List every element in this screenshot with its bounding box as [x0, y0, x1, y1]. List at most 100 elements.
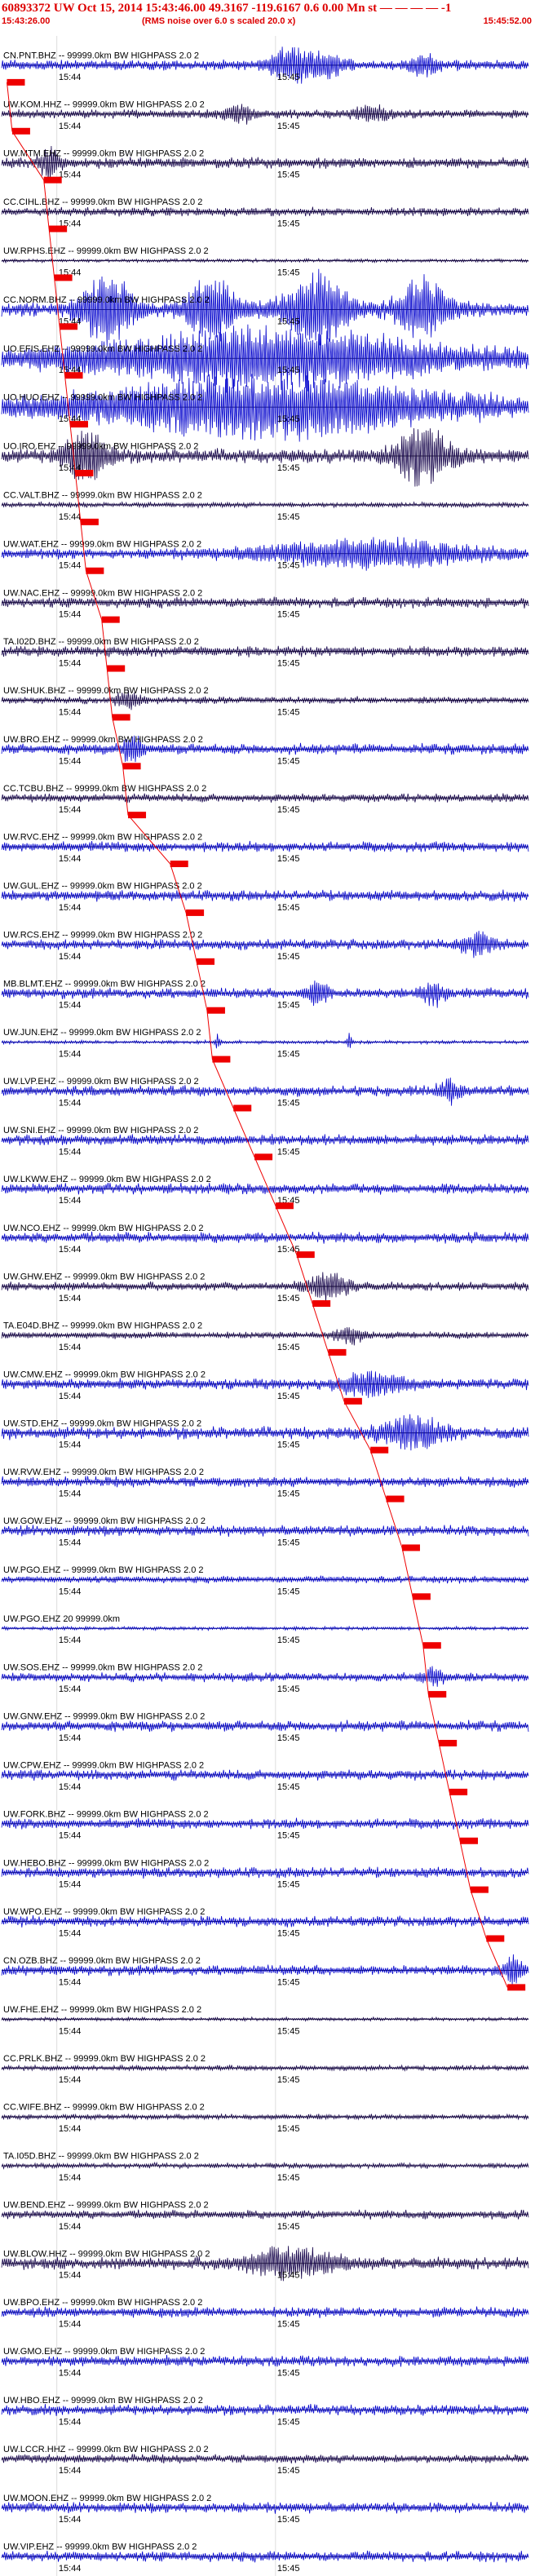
station-label: UW.RCS.EHZ -- 99999.0km BW HIGHPASS 2.0 … — [3, 930, 202, 940]
station-label: UW.BRO.EHZ -- 99999.0km BW HIGHPASS 2.0 … — [3, 735, 203, 745]
phase-pick-marker — [412, 1593, 431, 1600]
time-tick-label: 15:45 — [277, 1977, 300, 1987]
phase-pick-marker — [296, 1251, 315, 1259]
station-label: CN.OZB.BHZ -- 99999.0km BW HIGHPASS 2.0 … — [3, 1956, 201, 1966]
trace-row: UW.LCCR.HHZ -- 99999.0km BW HIGHPASS 2.0… — [1, 2445, 529, 2476]
station-label: UW.LVP.EHZ -- 99999.0km BW HIGHPASS 2.0 … — [3, 1077, 199, 1087]
time-tick-label: 15:44 — [59, 2368, 82, 2378]
station-label: UW.STD.EHZ -- 99999.0km BW HIGHPASS 2.0 … — [3, 1419, 201, 1428]
trace-row: UW.RCS.EHZ -- 99999.0km BW HIGHPASS 2.0 … — [1, 930, 529, 965]
phase-pick-marker — [170, 861, 188, 868]
phase-pick-marker — [486, 1935, 505, 1942]
station-label: UW.JUN.EHZ -- 99999.0km BW HIGHPASS 2.0 … — [3, 1028, 201, 1038]
time-tick-label: 15:44 — [59, 1635, 82, 1645]
time-tick-label: 15:44 — [59, 1392, 82, 1401]
station-label: TA.E04D.BHZ -- 99999.0km BW HIGHPASS 2.0… — [3, 1321, 202, 1331]
time-tick-label: 15:45 — [277, 463, 300, 473]
time-tick-label: 15:44 — [59, 1147, 82, 1157]
time-tick-label: 15:45 — [277, 73, 300, 82]
station-label: UO.IRO.EHZ -- 99999.0km BW HIGHPASS 2.0 … — [3, 442, 198, 452]
trace-row: CN.PNT.BHZ -- 99999.0km BW HIGHPASS 2.0 … — [1, 46, 529, 86]
station-label: UW.GMO.EHZ -- 99999.0km BW HIGHPASS 2.0 … — [3, 2347, 205, 2357]
trace-row: UO.HUO.EHZ -- 99999.0km BW HIGHPASS 2.0 … — [1, 374, 529, 442]
trace-row: UW.BRO.EHZ -- 99999.0km BW HIGHPASS 2.0 … — [1, 735, 529, 770]
trace-row: UW.CMW.EHZ -- 99999.0km BW HIGHPASS 2.0 … — [1, 1370, 529, 1405]
station-label: UW.BEND.EHZ -- 99999.0km BW HIGHPASS 2.0… — [3, 2200, 209, 2210]
time-tick-label: 15:45 — [277, 1441, 300, 1450]
time-tick-label: 15:45 — [277, 854, 300, 864]
trace-row: UW.KOM.HHZ -- 99999.0km BW HIGHPASS 2.0 … — [1, 100, 529, 135]
station-label: UW.BLOW.HHZ -- 99999.0km BW HIGHPASS 2.0… — [3, 2249, 210, 2259]
time-tick-label: 15:45 — [277, 1489, 300, 1499]
time-tick-label: 15:45 — [277, 2368, 300, 2378]
station-label: TA.I02D.BHZ -- 99999.0km BW HIGHPASS 2.0… — [3, 637, 199, 647]
trace-row: CN.OZB.BHZ -- 99999.0km BW HIGHPASS 2.0 … — [1, 1954, 529, 1991]
time-tick-label: 15:45 — [277, 170, 300, 180]
station-label: UW.SNI.EHZ -- 99999.0km BW HIGHPASS 2.0 … — [3, 1126, 198, 1135]
time-tick-label: 15:45 — [277, 707, 300, 717]
station-label: UW.MTM.EHZ -- 99999.0km BW HIGHPASS 2.0 … — [3, 148, 204, 158]
station-label: UW.HBO.EHZ -- 99999.0km BW HIGHPASS 2.0 … — [3, 2396, 203, 2406]
time-tick-label: 15:44 — [59, 610, 82, 620]
time-tick-label: 15:44 — [59, 854, 82, 864]
trace-row: CC.TCBU.BHZ -- 99999.0km BW HIGHPASS 2.0… — [1, 784, 529, 819]
waveform — [1, 1575, 529, 1584]
time-tick-label: 15:44 — [59, 1343, 82, 1352]
phase-pick-marker — [422, 1642, 441, 1649]
station-label: UW.RPHS.EHZ -- 99999.0km BW HIGHPASS 2.0… — [3, 246, 209, 256]
time-tick-label: 15:44 — [59, 1441, 82, 1450]
time-tick-label: 15:44 — [59, 1489, 82, 1499]
phase-pick-marker — [128, 812, 147, 819]
time-tick-label: 15:45 — [277, 2515, 300, 2525]
trace-row: UW.SHUK.BHZ -- 99999.0km BW HIGHPASS 2.0… — [1, 686, 529, 721]
station-label: UW.BPO.EHZ -- 99999.0km BW HIGHPASS 2.0 … — [3, 2298, 202, 2308]
station-label: UW.FHE.EHZ -- 99999.0km BW HIGHPASS 2.0 … — [3, 2005, 201, 2015]
station-label: UW.RVC.EHZ -- 99999.0km BW HIGHPASS 2.0 … — [3, 833, 202, 843]
station-label: TA.I05D.BHZ -- 99999.0km BW HIGHPASS 2.0… — [3, 2152, 199, 2162]
time-tick-label: 15:44 — [59, 1977, 82, 1987]
time-tick-label: 15:45 — [277, 1831, 300, 1841]
waveform — [1, 268, 529, 347]
trace-row: UO.EFIS.EHZ -- 99999.0km BW HIGHPASS 2.0… — [1, 324, 529, 393]
phase-pick-marker — [206, 1007, 225, 1014]
time-tick-label: 15:45 — [277, 2222, 300, 2232]
phase-pick-marker — [370, 1446, 389, 1454]
time-tick-label: 15:44 — [59, 1098, 82, 1108]
trace-row: UW.GMO.EHZ -- 99999.0km BW HIGHPASS 2.0 … — [1, 2347, 529, 2378]
time-tick-label: 15:44 — [59, 659, 82, 669]
phase-pick-marker — [401, 1544, 420, 1551]
time-tick-label: 15:44 — [59, 903, 82, 913]
station-label: CN.PNT.BHZ -- 99999.0km BW HIGHPASS 2.0 … — [3, 51, 199, 61]
trace-row: TA.I02D.BHZ -- 99999.0km BW HIGHPASS 2.0… — [1, 637, 529, 672]
trace-row: MB.BLMT.EHZ -- 99999.0km BW HIGHPASS 2.0… — [1, 979, 529, 1014]
station-label: UW.GHW.EHZ -- 99999.0km BW HIGHPASS 2.0 … — [3, 1273, 205, 1282]
trace-row: UW.VIP.EHZ -- 99999.0km BW HIGHPASS 2.0 … — [1, 2543, 529, 2574]
end-time: 15:45:52.00 — [483, 16, 532, 26]
phase-pick-marker — [43, 176, 62, 184]
time-tick-label: 15:45 — [277, 1392, 300, 1401]
trace-row: UW.GHW.EHZ -- 99999.0km BW HIGHPASS 2.0 … — [1, 1272, 529, 1308]
time-tick-label: 15:45 — [277, 1098, 300, 1108]
time-tick-label: 15:45 — [277, 219, 300, 229]
station-label: UW.GUL.EHZ -- 99999.0km BW HIGHPASS 2.0 … — [3, 882, 202, 892]
phase-pick-marker — [7, 78, 25, 86]
phase-pick-marker — [107, 665, 126, 672]
time-tick-label: 15:44 — [59, 2320, 82, 2330]
time-tick-label: 15:45 — [277, 414, 300, 424]
time-tick-label: 15:45 — [277, 268, 300, 277]
time-tick-label: 15:44 — [59, 2466, 82, 2476]
time-tick-label: 15:44 — [59, 1684, 82, 1694]
trace-row: UW.FHE.EHZ -- 99999.0km BW HIGHPASS 2.0 … — [1, 2005, 529, 2036]
waveform — [1, 427, 529, 487]
trace-row: CC.PRLK.BHZ -- 99999.0km BW HIGHPASS 2.0… — [1, 2054, 529, 2085]
time-tick-label: 15:45 — [277, 756, 300, 766]
time-tick-label: 15:44 — [59, 2417, 82, 2427]
trace-row: CC.NORM.BHZ -- 99999.0km BW HIGHPASS 2.0… — [1, 268, 529, 347]
phase-pick-marker — [64, 372, 83, 379]
time-tick-label: 15:45 — [277, 365, 300, 375]
trace-row: UO.IRO.EHZ -- 99999.0km BW HIGHPASS 2.0 … — [1, 427, 529, 487]
header: 60893372 UW Oct 15, 2014 15:43:46.00 49.… — [0, 0, 535, 36]
station-label: UW.LKWW.EHZ -- 99999.0km BW HIGHPASS 2.0… — [3, 1175, 211, 1184]
time-tick-label: 15:45 — [277, 610, 300, 620]
trace-row: UW.GOW.EHZ -- 99999.0km BW HIGHPASS 2.0 … — [1, 1516, 529, 1551]
